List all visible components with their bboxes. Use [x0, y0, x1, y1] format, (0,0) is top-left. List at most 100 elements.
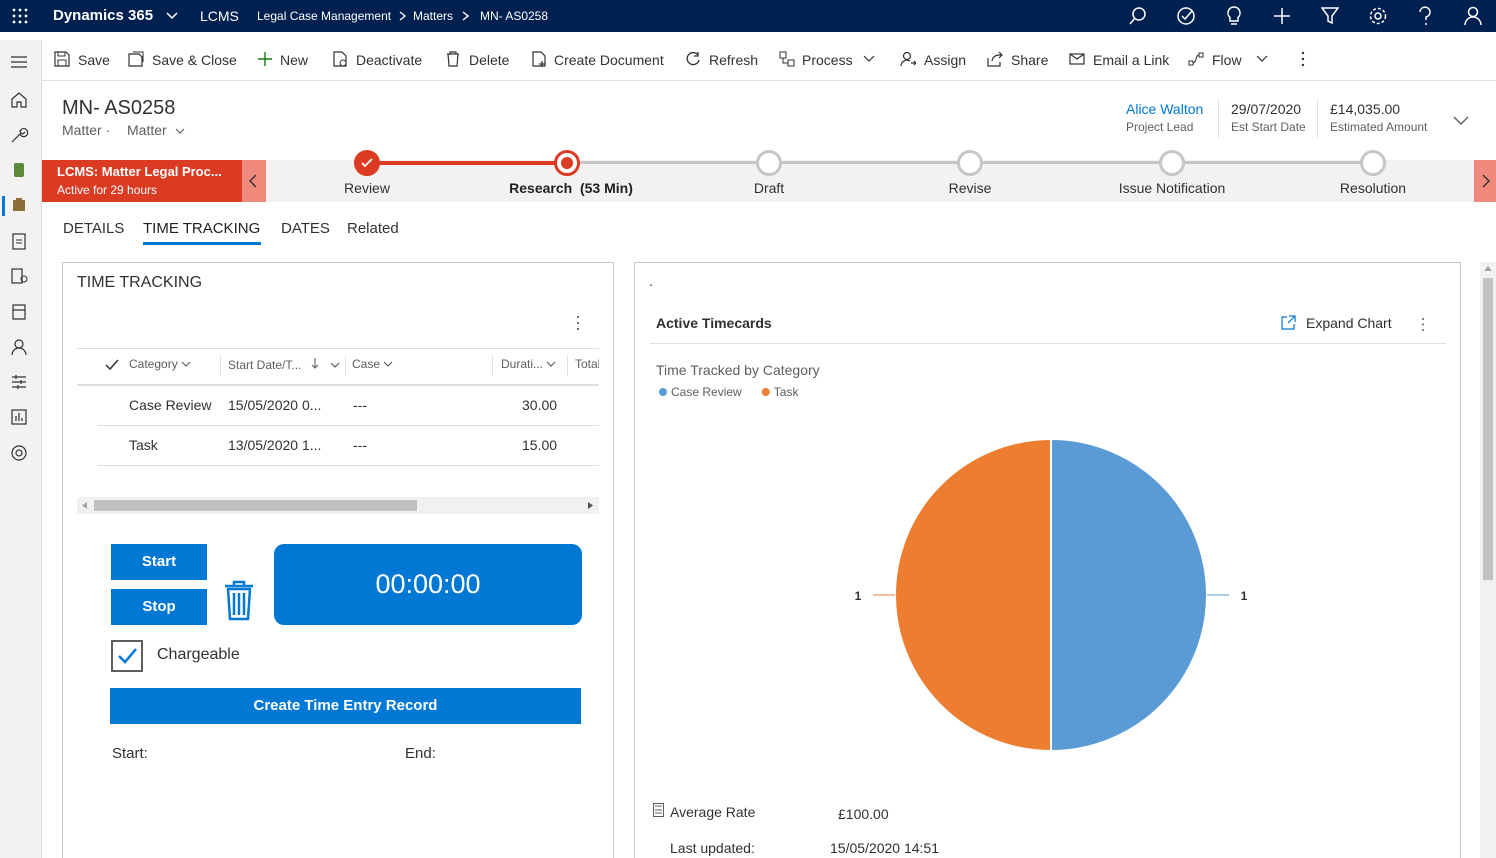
form-name: Matter: [127, 122, 167, 138]
help-icon[interactable]: [1418, 6, 1432, 26]
select-all-checkmark-icon[interactable]: [105, 359, 119, 371]
table-row[interactable]: Case Review 15/05/2020 0... --- 30.00: [98, 386, 599, 426]
target-icon[interactable]: [9, 443, 29, 463]
table-row[interactable]: Task 13/05/2020 1... --- 15.00: [98, 426, 599, 466]
project-lead-label: Project Lead: [1126, 120, 1194, 134]
stage-node-resolution[interactable]: [1360, 150, 1386, 176]
stage-label-research[interactable]: Research (53 Min): [471, 180, 671, 196]
cell-category[interactable]: Task: [129, 437, 158, 453]
stage-label-issue-notification[interactable]: Issue Notification: [1092, 180, 1252, 196]
filter-icon[interactable]: [1321, 6, 1339, 26]
chevron-down-icon: [175, 128, 185, 134]
app-launcher-icon[interactable]: [12, 8, 28, 24]
home-icon[interactable]: [9, 90, 29, 110]
tab-time-tracking[interactable]: TIME TRACKING: [143, 220, 260, 237]
scrollbar-thumb[interactable]: [1483, 278, 1493, 580]
start-timer-button[interactable]: Start: [111, 544, 207, 580]
command-bar: Save Save & Close New Deactivate Delete …: [42, 40, 1496, 81]
stage-label-review[interactable]: Review: [287, 180, 447, 196]
tab-dates[interactable]: DATES: [281, 220, 330, 237]
assign-button[interactable]: Assign: [900, 40, 970, 80]
stage-node-revise[interactable]: [957, 150, 983, 176]
chargeable-label: Chargeable: [157, 646, 240, 663]
deactivate-button[interactable]: Deactivate: [332, 40, 422, 80]
chart-subtitle: Time Tracked by Category: [656, 362, 820, 378]
app-name[interactable]: Dynamics 365: [53, 0, 153, 32]
bpf-prev-button[interactable]: [242, 160, 266, 202]
document-people-icon[interactable]: [9, 266, 29, 286]
flow-button[interactable]: Flow: [1188, 40, 1273, 80]
scrollbar-thumb[interactable]: [94, 500, 417, 511]
refresh-button[interactable]: Refresh: [685, 40, 765, 80]
chargeable-checkbox[interactable]: [111, 640, 143, 672]
column-header-category[interactable]: Category: [129, 357, 191, 371]
scroll-up-arrow-icon[interactable]: [1484, 266, 1492, 271]
column-header-total[interactable]: Total: [575, 357, 599, 371]
create-document-button[interactable]: Create Document: [531, 40, 666, 80]
bpf-next-button[interactable]: [1474, 160, 1496, 202]
cell-category[interactable]: Case Review: [129, 397, 211, 413]
stage-label-revise[interactable]: Revise: [890, 180, 1050, 196]
vertical-scrollbar[interactable]: [1480, 262, 1496, 858]
column-header-case[interactable]: Case: [352, 357, 393, 371]
email-link-button[interactable]: Email a Link: [1069, 40, 1169, 80]
process-button[interactable]: Process: [779, 40, 879, 80]
stage-label-resolution[interactable]: Resolution: [1293, 180, 1453, 196]
more-vertical-icon[interactable]: [570, 315, 586, 331]
project-lead-value[interactable]: Alice Walton: [1126, 101, 1203, 117]
breadcrumb-item[interactable]: Matters: [413, 0, 453, 32]
save-close-button[interactable]: Save & Close: [128, 40, 238, 80]
scroll-right-arrow-icon[interactable]: [588, 502, 593, 509]
wrench-icon[interactable]: [9, 125, 29, 145]
process-name-flyout[interactable]: LCMS: Matter Legal Proc... Active for 29…: [42, 160, 242, 202]
clipboard-icon[interactable]: [9, 231, 29, 251]
case-entity-icon[interactable]: [9, 195, 29, 215]
matter-entity-icon[interactable]: [9, 160, 29, 180]
tab-related[interactable]: Related: [347, 220, 399, 237]
share-button[interactable]: Share: [987, 40, 1052, 80]
save-close-label: Save & Close: [152, 52, 237, 68]
timeline-icon[interactable]: [9, 372, 29, 392]
task-check-icon[interactable]: [1176, 6, 1196, 26]
average-rate-value: £100.00: [838, 806, 889, 822]
notebook-icon[interactable]: [9, 302, 29, 322]
search-icon[interactable]: [1128, 6, 1148, 26]
delete-button[interactable]: Delete: [445, 40, 515, 80]
share-label: Share: [1011, 52, 1049, 68]
contact-icon[interactable]: [9, 337, 29, 357]
trash-icon[interactable]: [222, 579, 256, 621]
save-button[interactable]: Save: [54, 40, 124, 80]
stage-node-research[interactable]: [554, 150, 580, 176]
header-field-project-lead[interactable]: Alice Walton Project Lead: [1126, 101, 1203, 134]
section-dot: .: [649, 273, 653, 289]
lightbulb-icon[interactable]: [1225, 6, 1243, 26]
more-commands-button[interactable]: [1295, 40, 1311, 80]
chevron-down-icon[interactable]: [166, 12, 178, 20]
stage-label-draft[interactable]: Draft: [689, 180, 849, 196]
stage-node-issue-notification[interactable]: [1159, 150, 1185, 176]
record-entity: Matter ·: [62, 122, 110, 138]
horizontal-scrollbar[interactable]: [77, 497, 599, 514]
new-button[interactable]: New: [257, 40, 317, 80]
stop-timer-button[interactable]: Stop: [111, 589, 207, 625]
save-close-icon: [128, 51, 144, 67]
tab-details[interactable]: DETAILS: [63, 220, 124, 237]
gear-icon[interactable]: [1368, 6, 1388, 26]
scroll-left-arrow-icon[interactable]: [82, 502, 87, 509]
form-selector[interactable]: Matter: [127, 122, 185, 138]
column-header-duration[interactable]: Durati...: [501, 357, 556, 371]
plus-icon[interactable]: [1272, 6, 1292, 26]
area-name[interactable]: LCMS: [200, 0, 239, 32]
report-icon[interactable]: [9, 407, 29, 427]
hamburger-menu-icon[interactable]: [9, 52, 29, 72]
more-vertical-icon[interactable]: [1415, 316, 1431, 332]
breadcrumb-item[interactable]: Legal Case Management: [257, 0, 391, 32]
stage-node-draft[interactable]: [756, 150, 782, 176]
sort-descending-icon: [311, 358, 319, 369]
chevron-down-icon: [181, 361, 191, 367]
user-icon[interactable]: [1464, 6, 1482, 26]
column-header-start-date[interactable]: Start Date/T...: [228, 357, 340, 372]
create-time-entry-button[interactable]: Create Time Entry Record: [110, 688, 581, 724]
stage-node-review[interactable]: [354, 150, 380, 176]
header-expand-chevron-icon[interactable]: [1453, 116, 1469, 126]
